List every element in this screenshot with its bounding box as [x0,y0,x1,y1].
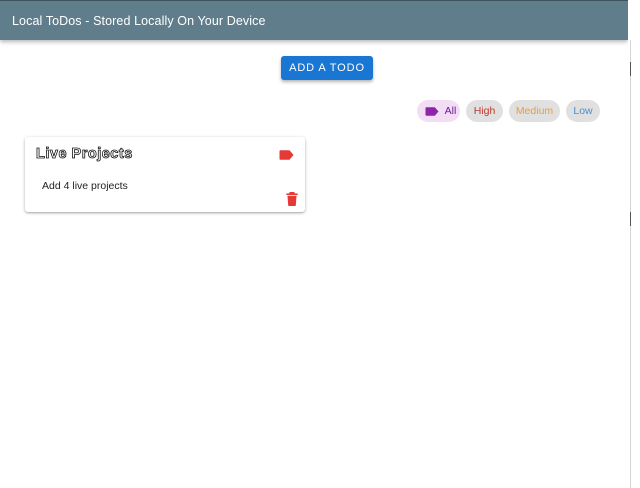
filter-chip-label: High [473,105,496,117]
todo-card: Live Projects Add 4 live projects [25,137,305,212]
app-bar: Local ToDos - Stored Locally On Your Dev… [0,0,628,40]
priority-label-icon [279,150,294,160]
scrollbar[interactable] [628,0,640,488]
filter-chip-label: All [444,105,457,117]
trash-icon[interactable] [286,192,298,206]
priority-filter-chips: All High Medium Low [417,100,600,122]
scrollbar-mark [630,62,631,76]
filter-chip-medium[interactable]: Medium [509,100,560,122]
scrollbar-track [630,40,631,488]
filter-chip-low[interactable]: Low [566,100,600,122]
app-title: Local ToDos - Stored Locally On Your Dev… [12,13,266,28]
app-root: Local ToDos - Stored Locally On Your Dev… [0,0,640,488]
filter-chip-label: Medium [515,105,554,117]
filter-chip-all[interactable]: All [417,100,460,122]
label-icon [425,106,439,116]
filter-chip-label: Low [573,105,593,117]
filter-chip-high[interactable]: High [466,100,503,122]
todo-description: Add 4 live projects [42,180,128,192]
todo-title: Live Projects [36,146,133,163]
add-todo-button[interactable]: Add a todo [281,56,373,80]
scrollbar-mark [630,212,631,226]
